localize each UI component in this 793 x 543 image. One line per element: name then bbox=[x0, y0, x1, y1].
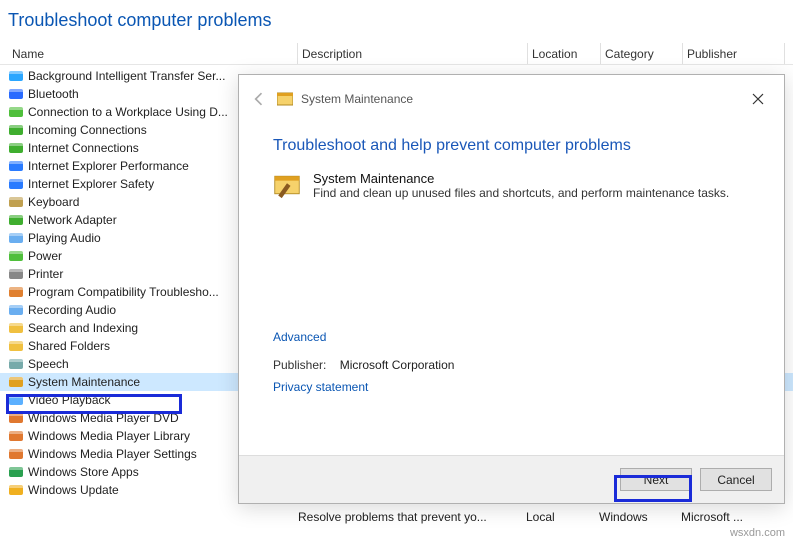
column-headers: Name Description Location Category Publi… bbox=[0, 43, 793, 65]
list-item-label: Recording Audio bbox=[28, 303, 116, 317]
list-item-label: Keyboard bbox=[28, 195, 79, 209]
internet-icon bbox=[8, 140, 24, 156]
search-icon bbox=[8, 320, 24, 336]
speech-icon bbox=[8, 356, 24, 372]
video-icon bbox=[8, 392, 24, 408]
col-name[interactable]: Name bbox=[8, 43, 298, 64]
list-item-label: System Maintenance bbox=[28, 375, 140, 389]
bits-icon bbox=[8, 68, 24, 84]
sysmaint-icon bbox=[8, 374, 24, 390]
list-item-label: Internet Explorer Performance bbox=[28, 159, 189, 173]
list-item-label: Windows Media Player DVD bbox=[28, 411, 179, 425]
col-publisher[interactable]: Publisher bbox=[683, 43, 785, 64]
recaudio-icon bbox=[8, 302, 24, 318]
audio-icon bbox=[8, 230, 24, 246]
item-description: Find and clean up unused files and short… bbox=[313, 186, 729, 200]
netadapter-icon bbox=[8, 212, 24, 228]
back-icon bbox=[249, 89, 269, 109]
publisher-value: Microsoft Corporation bbox=[340, 358, 455, 372]
list-item-label: Playing Audio bbox=[28, 231, 101, 245]
store-icon bbox=[8, 464, 24, 480]
ie-safety-icon bbox=[8, 176, 24, 192]
wmp-set-icon bbox=[8, 446, 24, 462]
watermark: wsxdn.com bbox=[730, 527, 785, 539]
close-button[interactable] bbox=[744, 85, 772, 113]
wmp-dvd-icon bbox=[8, 410, 24, 426]
ie-perf-icon bbox=[8, 158, 24, 174]
cancel-button[interactable]: Cancel bbox=[700, 468, 772, 491]
list-row-detail: Resolve problems that prevent yo... Loca… bbox=[298, 510, 788, 528]
bluetooth-icon bbox=[8, 86, 24, 102]
item-title: System Maintenance bbox=[313, 171, 729, 186]
list-item-label: Background Intelligent Transfer Ser... bbox=[28, 69, 225, 83]
wmp-lib-icon bbox=[8, 428, 24, 444]
workplace-icon bbox=[8, 104, 24, 120]
list-item-label: Program Compatibility Troublesho... bbox=[28, 285, 219, 299]
list-item-label: Windows Media Player Settings bbox=[28, 447, 197, 461]
publisher-row: Publisher: Microsoft Corporation bbox=[273, 358, 750, 372]
incoming-icon bbox=[8, 122, 24, 138]
page-title: Troubleshoot computer problems bbox=[0, 0, 793, 43]
sysmaint-large-icon bbox=[273, 171, 301, 199]
list-item-label: Speech bbox=[28, 357, 69, 371]
list-item-label: Windows Update bbox=[28, 483, 119, 497]
list-item-label: Shared Folders bbox=[28, 339, 110, 353]
list-item-label: Video Playback bbox=[28, 393, 111, 407]
col-description[interactable]: Description bbox=[298, 43, 528, 64]
list-item-label: Internet Explorer Safety bbox=[28, 177, 154, 191]
breadcrumb: System Maintenance bbox=[301, 92, 413, 106]
folders-icon bbox=[8, 338, 24, 354]
list-item-label: Connection to a Workplace Using D... bbox=[28, 105, 228, 119]
advanced-link[interactable]: Advanced bbox=[273, 330, 750, 344]
list-item-label: Incoming Connections bbox=[28, 123, 147, 137]
close-icon bbox=[752, 93, 764, 105]
keyboard-icon bbox=[8, 194, 24, 210]
troubleshooter-item[interactable]: System Maintenance Find and clean up unu… bbox=[273, 171, 750, 200]
printer-icon bbox=[8, 266, 24, 282]
col-location[interactable]: Location bbox=[528, 43, 601, 64]
list-item-label: Windows Store Apps bbox=[28, 465, 139, 479]
list-item-label: Search and Indexing bbox=[28, 321, 138, 335]
list-item-label: Internet Connections bbox=[28, 141, 139, 155]
list-item-label: Network Adapter bbox=[28, 213, 117, 227]
list-item-label: Windows Media Player Library bbox=[28, 429, 190, 443]
list-item-label: Printer bbox=[28, 267, 63, 281]
update-icon bbox=[8, 482, 24, 498]
list-item-label: Power bbox=[28, 249, 62, 263]
wizard-dialog: System Maintenance Troubleshoot and help… bbox=[238, 74, 785, 504]
sysmaint-icon bbox=[277, 91, 293, 107]
col-category[interactable]: Category bbox=[601, 43, 683, 64]
privacy-link[interactable]: Privacy statement bbox=[273, 380, 750, 394]
dialog-heading: Troubleshoot and help prevent computer p… bbox=[273, 137, 750, 155]
next-button[interactable]: Next bbox=[620, 468, 692, 491]
compat-icon bbox=[8, 284, 24, 300]
power-icon bbox=[8, 248, 24, 264]
list-item-label: Bluetooth bbox=[28, 87, 79, 101]
publisher-label: Publisher: bbox=[273, 358, 326, 372]
